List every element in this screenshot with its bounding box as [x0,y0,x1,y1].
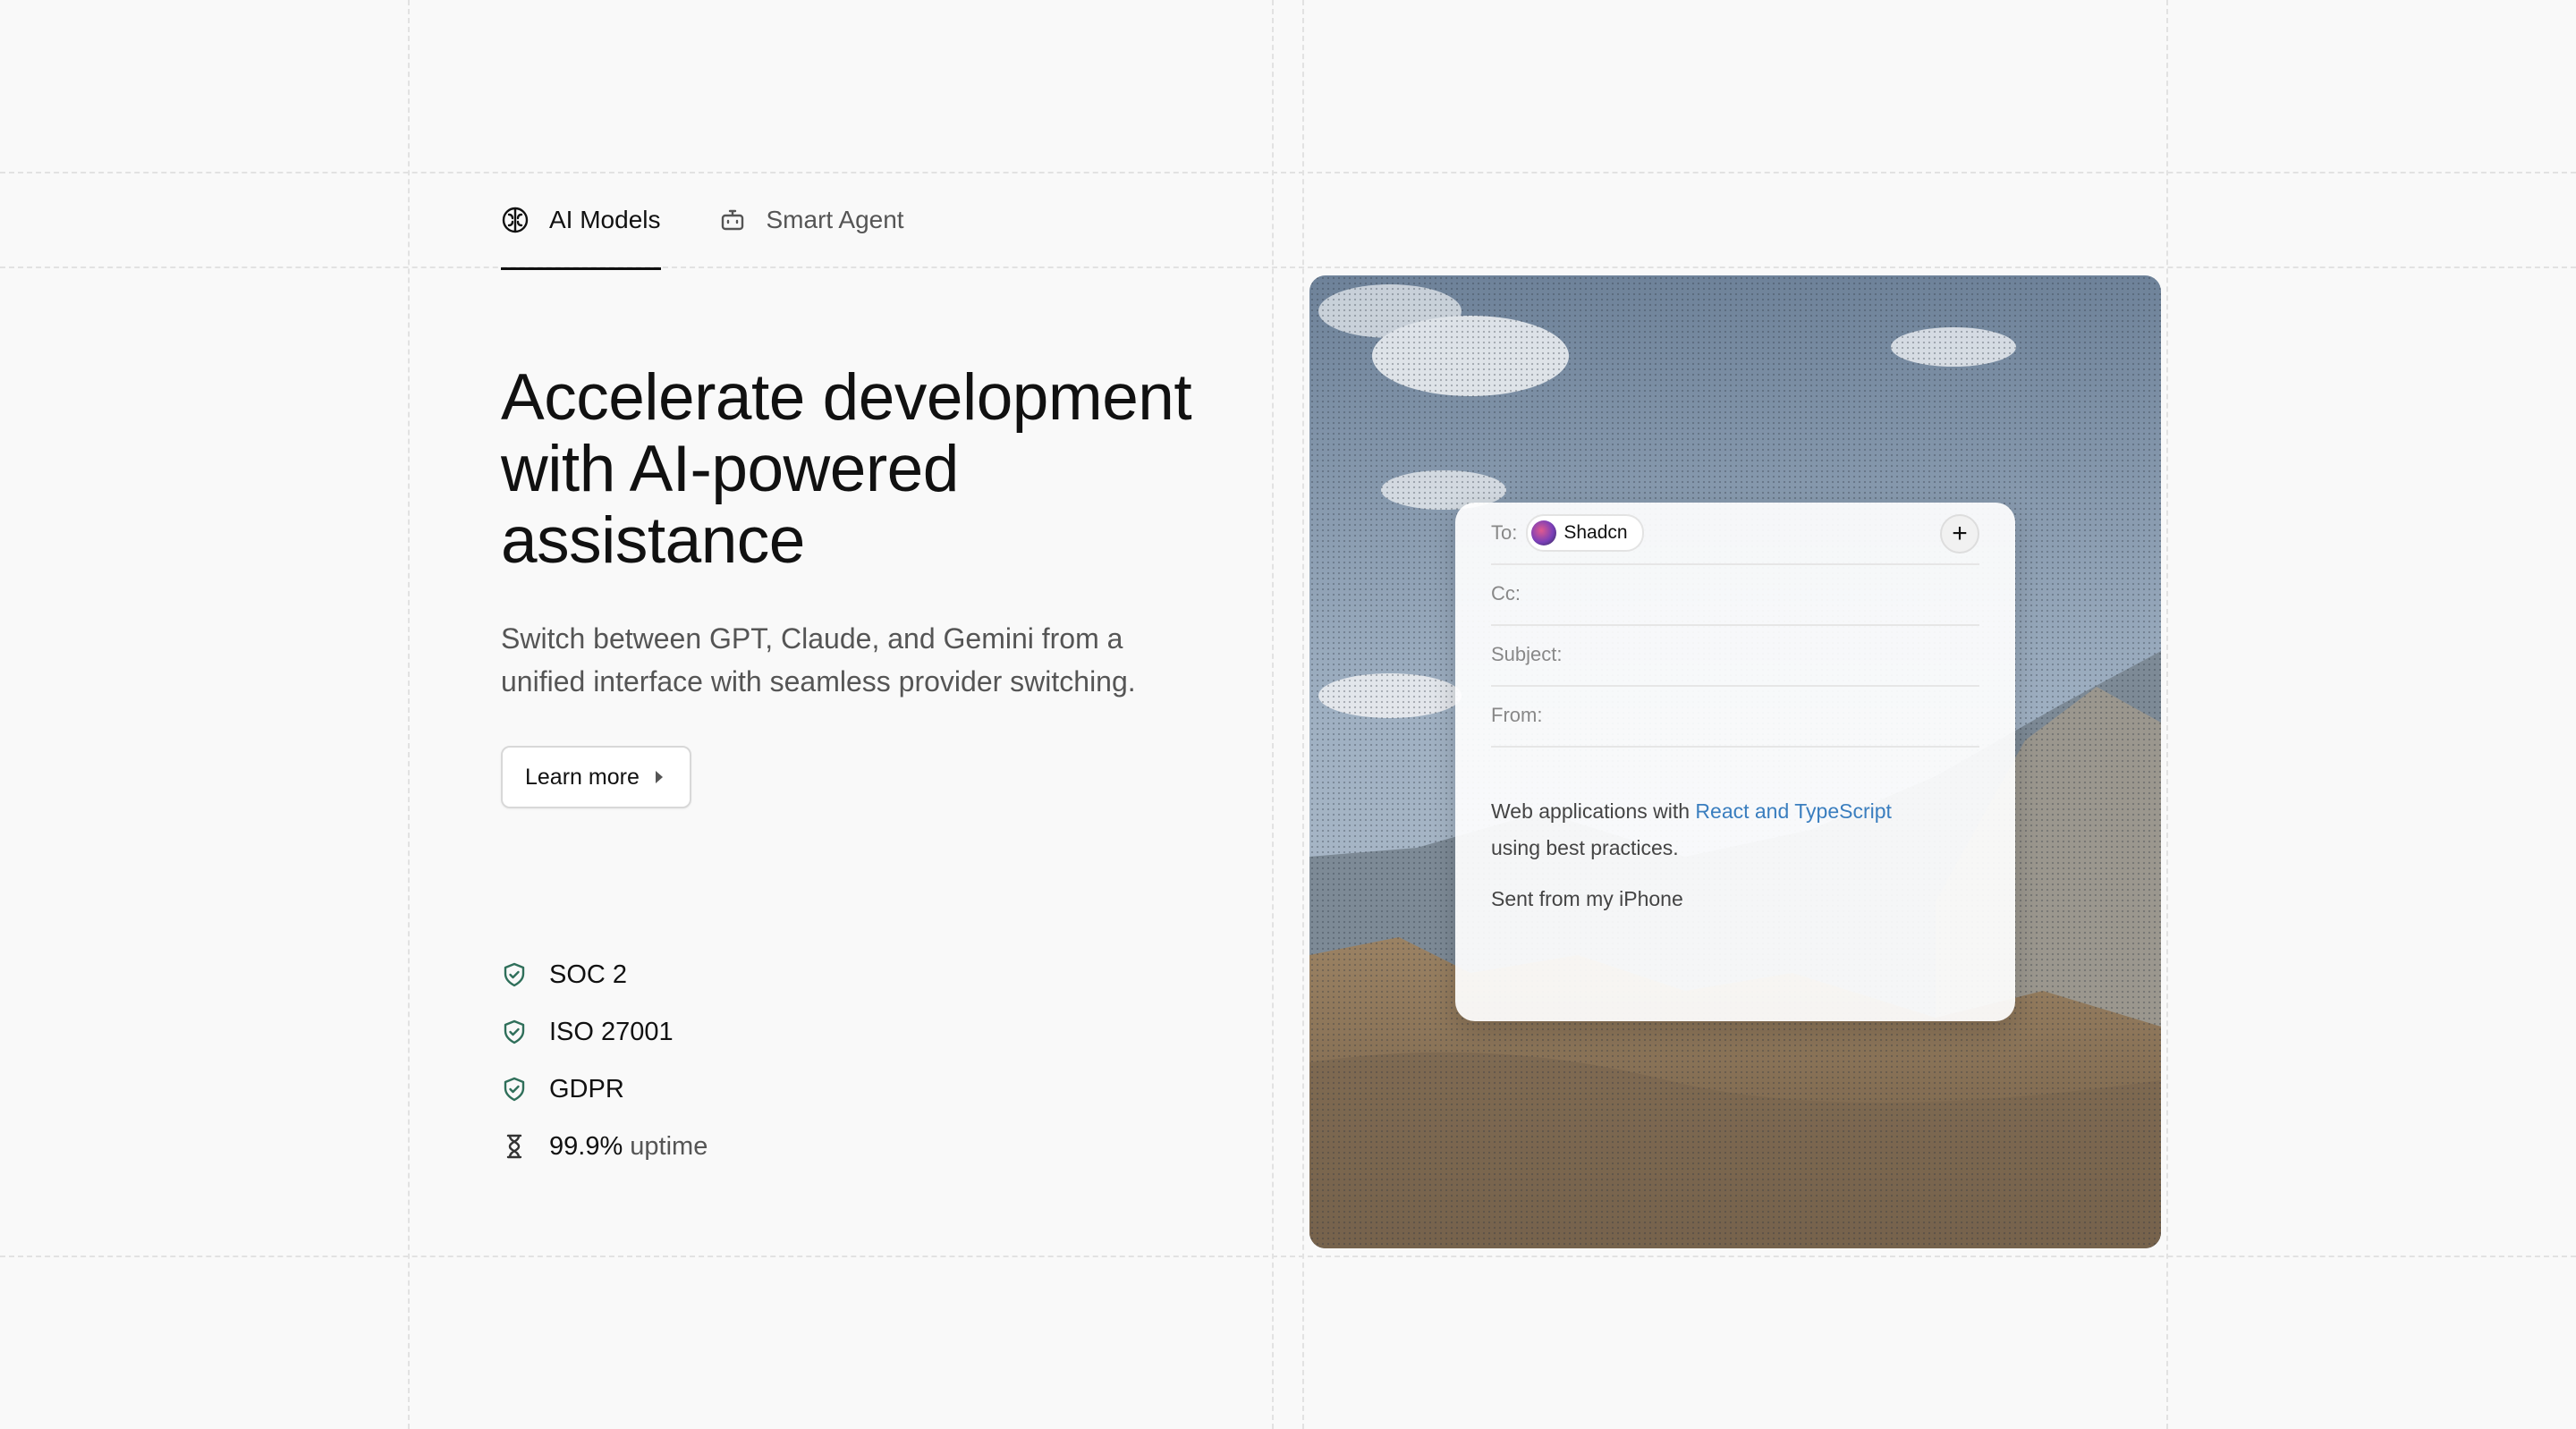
compliance-list: SOC 2 ISO 27001 GDPR 99.9% uptime [501,946,708,1175]
grid-line [1272,0,1274,1429]
add-recipient-button[interactable]: + [1940,514,1979,554]
uptime-value: 99.9% [549,1131,623,1161]
email-composer: To: Shadcn + Cc: Subject: From: Web appl… [1455,503,2015,1021]
body-link[interactable]: React and TypeScript [1695,799,1891,823]
from-field[interactable]: From: [1491,685,1979,748]
to-row: To: Shadcn + [1491,503,1979,565]
body-prefix: Web applications with [1491,799,1690,823]
tab-ai-models[interactable]: AI Models [501,170,661,270]
shield-check-icon [504,1019,525,1044]
grid-line [408,0,410,1429]
grid-line [0,1256,2576,1257]
grid-line [0,266,2576,268]
uptime-label: uptime [630,1131,708,1161]
compliance-label: SOC 2 [549,960,628,989]
compliance-item: SOC 2 [501,946,708,1003]
learn-more-button[interactable]: Learn more [501,746,691,808]
cc-field[interactable]: Cc: [1491,563,1979,626]
email-signature: Sent from my iPhone [1491,887,1683,910]
compliance-item: GDPR [501,1061,708,1118]
subject-field[interactable]: Subject: [1491,624,1979,687]
compliance-label: GDPR [549,1074,624,1103]
tab-label: Smart Agent [766,206,904,233]
feature-tabs: AI Models Smart Agent [501,170,904,270]
shield-check-icon [504,1077,525,1102]
page-title: Accelerate development with AI-powered a… [501,361,1192,577]
tab-smart-agent[interactable]: Smart Agent [718,170,904,270]
chevron-right-icon [655,771,663,783]
recipient-name: Shadcn [1563,522,1628,543]
grid-line [0,172,2576,173]
shield-check-icon [504,962,525,987]
page-subtitle: Switch between GPT, Claude, and Gemini f… [501,622,1136,698]
hero-image: To: Shadcn + Cc: Subject: From: Web appl… [1309,275,2161,1248]
avatar [1531,520,1557,545]
subject-label: Subject: [1491,643,1563,665]
compliance-label: ISO 27001 [549,1017,674,1046]
compliance-item: ISO 27001 [501,1003,708,1061]
bot-icon [721,209,743,231]
recipient-chip[interactable]: Shadcn [1526,514,1644,552]
email-body[interactable]: Web applications with React and TypeScri… [1491,793,1979,867]
grid-line [1302,0,1304,1429]
learn-more-label: Learn more [525,764,640,790]
tab-label: AI Models [549,206,661,233]
uptime-item: 99.9% uptime [501,1118,708,1175]
brain-icon [502,207,529,233]
hourglass-icon [506,1134,522,1159]
grid-line [2166,0,2168,1429]
to-label: To: [1491,521,1518,544]
from-label: From: [1491,704,1543,726]
cc-label: Cc: [1491,582,1521,605]
body-suffix: using best practices. [1491,836,1679,859]
